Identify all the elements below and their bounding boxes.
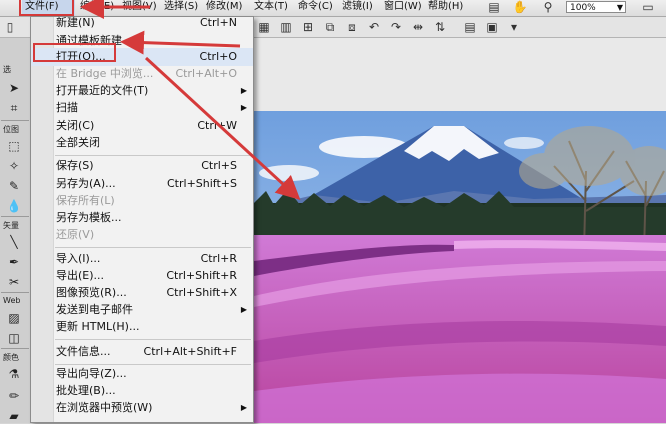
annotation-arrows [80, 0, 301, 201]
arrow-to-canvas [144, 56, 301, 201]
arrow-to-open-item [120, 30, 241, 55]
